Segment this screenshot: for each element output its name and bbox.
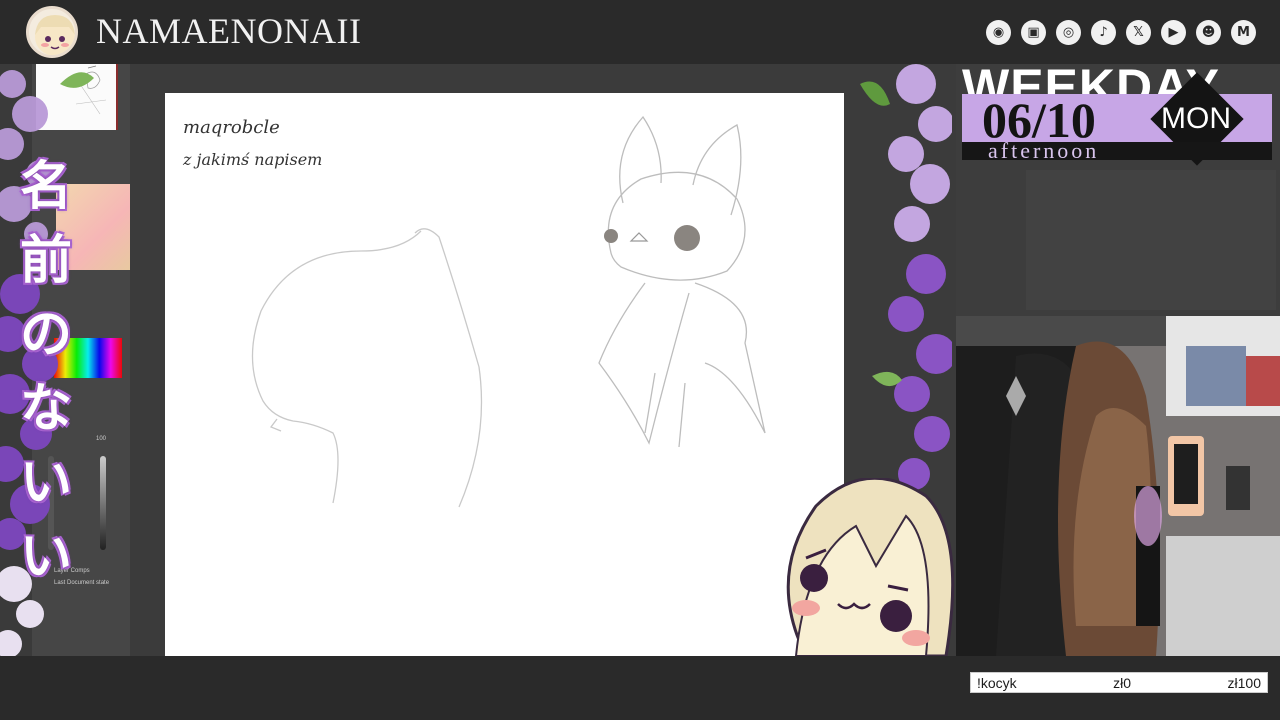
- canvas-note-line1: maqrobcle: [183, 117, 280, 138]
- kanji-char: 前: [19, 231, 72, 291]
- kanji-char: い: [19, 453, 72, 513]
- bat-left-eye: [604, 229, 618, 243]
- stream-overlay: NAMAENONAII ◉ ▣ ◎ ♪ 𝕏 ▶ ☻ M 100 Layer Comps Las…: [0, 0, 1280, 720]
- brush-settings-ghost: [1026, 170, 1276, 310]
- sketch-head-outline: [251, 228, 483, 508]
- left-art-panel: 100 Layer Comps Last Document state 名前のな…: [0, 64, 130, 656]
- droplet-icon[interactable]: ◉: [986, 20, 1011, 45]
- webcam-feed: [956, 316, 1280, 656]
- kanji-char: い: [19, 527, 72, 587]
- lilac-flowers-right: [856, 64, 952, 494]
- kanji-char: の: [19, 305, 72, 365]
- donation-goal-bar: !kocyk zł0 zł100: [970, 672, 1268, 693]
- goal-target: zł100: [1227, 674, 1261, 691]
- discord-icon[interactable]: ☻: [1196, 20, 1221, 45]
- channel-name: NAMAENONAII: [96, 11, 362, 51]
- channel-avatar[interactable]: [26, 6, 78, 58]
- kanji-char: な: [19, 379, 72, 439]
- drawing-canvas[interactable]: maqrobcle z jakimś napisem: [165, 93, 844, 656]
- schedule-day: MON: [1161, 102, 1231, 135]
- goal-command: !kocyk: [977, 674, 1017, 691]
- bat-nose: [629, 232, 649, 242]
- tiktok-icon[interactable]: ♪: [1091, 20, 1116, 45]
- chibi-mascot: [786, 478, 955, 656]
- twitch-icon[interactable]: ▣: [1021, 20, 1046, 45]
- instagram-icon[interactable]: ◎: [1056, 20, 1081, 45]
- canvas-note-line2: z jakimś napisem: [182, 150, 322, 169]
- kanji-char: 名: [19, 157, 72, 217]
- youtube-icon[interactable]: ▶: [1161, 20, 1186, 45]
- bat-right-eye: [674, 225, 700, 251]
- mail-icon[interactable]: M: [1231, 20, 1256, 45]
- x-icon[interactable]: 𝕏: [1126, 20, 1151, 45]
- header-bar: NAMAENONAII ◉ ▣ ◎ ♪ 𝕏 ▶ ☻ M: [0, 0, 1280, 64]
- goal-current: zł0: [1113, 674, 1132, 691]
- social-links: ◉ ▣ ◎ ♪ 𝕏 ▶ ☻ M: [986, 20, 1256, 45]
- sketch-bat-character: [598, 115, 766, 448]
- schedule-panel: WEEKDAY 06/10 MON afternoon: [956, 64, 1280, 316]
- schedule-time-of-day: afternoon: [988, 138, 1100, 163]
- vertical-name-kanji: 名前のないい: [6, 150, 86, 594]
